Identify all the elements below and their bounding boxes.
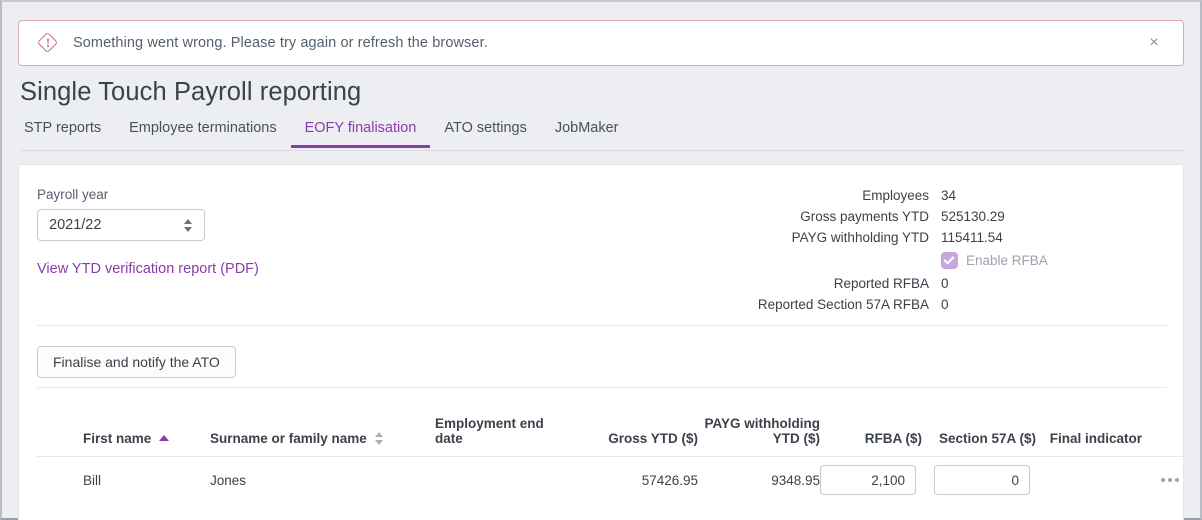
sort-surname[interactable]: Surname or family name	[210, 431, 383, 446]
summary-row-reported-section-57a: Reported Section 57A RFBA 0	[541, 294, 1061, 315]
sort-first-name[interactable]: First name	[83, 430, 170, 446]
enable-rfba-checkbox[interactable]	[941, 252, 958, 269]
tab-jobmaker[interactable]: JobMaker	[541, 120, 633, 148]
chevron-updown-icon	[184, 218, 192, 232]
reported-section-57a-label: Reported Section 57A RFBA	[757, 297, 929, 312]
rfba-input[interactable]	[820, 465, 916, 495]
cell-employment-end-date	[435, 455, 568, 504]
cell-section-57a	[922, 455, 1036, 504]
section-57a-input[interactable]	[934, 465, 1030, 495]
close-icon[interactable]: ×	[1141, 30, 1167, 56]
cell-rfba	[820, 455, 922, 504]
reported-rfba-label: Reported RFBA	[833, 276, 929, 291]
enable-rfba-control[interactable]: Enable RFBA	[941, 252, 1061, 269]
column-header-gross-ytd: Gross YTD ($)	[608, 430, 698, 446]
sort-ascending-icon	[159, 435, 170, 441]
cell-first-name: Bill	[83, 455, 210, 504]
summary-row-enable-rfba: Enable RFBA	[541, 248, 1061, 273]
row-select-cell	[37, 455, 83, 504]
tab-bar: STP reports Employee terminations EOFY f…	[20, 120, 1184, 151]
payroll-year-select[interactable]: 2021/22	[37, 209, 205, 241]
divider	[37, 325, 1167, 326]
gross-payments-label: Gross payments YTD	[800, 209, 929, 224]
more-options-icon[interactable]	[1142, 470, 1183, 490]
reported-rfba-value: 0	[941, 276, 949, 291]
column-header-section-57a: Section 57A ($)	[938, 430, 1036, 446]
employee-finalisation-table: First name Surname or family name Employ…	[37, 388, 1183, 504]
tab-ato-settings[interactable]: ATO settings	[430, 120, 540, 148]
cell-row-actions	[1142, 455, 1183, 504]
cell-surname: Jones	[210, 455, 435, 504]
column-header-first-name-label: First name	[83, 430, 152, 446]
reported-section-57a-value: 0	[941, 297, 949, 312]
cell-final-indicator	[1036, 455, 1142, 504]
application-window: ! Something went wrong. Please try again…	[0, 0, 1202, 520]
column-header-first-name: First name	[83, 388, 210, 456]
eofy-finalisation-panel: Payroll year 2021/22 View YTD verificati…	[18, 164, 1184, 520]
table-header-row: First name Surname or family name Employ…	[37, 388, 1183, 456]
summary-row-employees: Employees 34	[541, 185, 1061, 206]
payg-withholding-label: PAYG withholding YTD	[791, 230, 929, 245]
finalise-and-notify-ato-button[interactable]: Finalise and notify the ATO	[37, 346, 236, 378]
cell-gross-ytd: 57426.95	[568, 455, 698, 504]
employees-label: Employees	[862, 188, 929, 203]
summary-row-gross-payments: Gross payments YTD 525130.29	[541, 206, 1061, 227]
error-diamond-icon: !	[36, 31, 59, 54]
column-header-rfba: RFBA ($)	[864, 430, 922, 446]
column-header-payg-withholding-ytd: PAYG withholding YTD ($)	[704, 415, 821, 446]
enable-rfba-label: Enable RFBA	[966, 253, 1048, 268]
cell-payg-withholding-ytd: 9348.95	[698, 455, 820, 504]
summary-row-payg-withholding: PAYG withholding YTD 115411.54	[541, 227, 1061, 248]
summary-row-reported-rfba: Reported RFBA 0	[541, 273, 1061, 294]
table-row: Bill Jones 57426.95 9348.95	[37, 455, 1183, 504]
error-banner-message: Something went wrong. Please try again o…	[73, 35, 488, 51]
error-banner: ! Something went wrong. Please try again…	[18, 20, 1184, 66]
payg-withholding-value: 115411.54	[941, 230, 1003, 245]
tab-stp-reports[interactable]: STP reports	[20, 120, 115, 148]
column-header-final-indicator: Final indicator	[1049, 430, 1142, 446]
column-header-actions	[1142, 388, 1183, 456]
page-title: Single Touch Payroll reporting	[20, 78, 362, 106]
ytd-verification-report-link[interactable]: View YTD verification report (PDF)	[37, 261, 259, 277]
tab-employee-terminations[interactable]: Employee terminations	[115, 120, 291, 148]
column-header-surname-label: Surname or family name	[210, 430, 367, 446]
gross-payments-value: 525130.29	[941, 209, 1005, 224]
column-header-employment-end-date: Employment end date	[435, 415, 544, 446]
column-header-surname: Surname or family name	[210, 388, 435, 456]
employees-value: 34	[941, 188, 957, 203]
sort-updown-icon	[374, 431, 383, 445]
summary-block: Employees 34 Gross payments YTD 525130.2…	[541, 185, 1061, 315]
payroll-year-label: Payroll year	[37, 187, 109, 202]
tab-eofy-finalisation[interactable]: EOFY finalisation	[290, 120, 431, 148]
select-all-header	[37, 388, 83, 456]
payroll-year-value: 2021/22	[49, 217, 102, 233]
